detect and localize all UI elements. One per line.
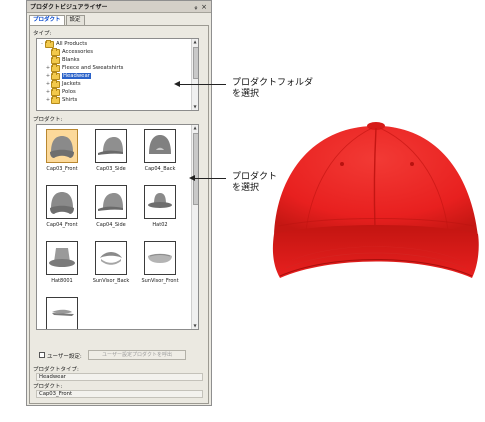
red-cap-preview-image	[272, 122, 479, 278]
tree-item[interactable]: - All Products	[39, 39, 88, 48]
tab-settings[interactable]: 設定	[65, 15, 85, 25]
bucket-icon	[49, 248, 75, 267]
scroll-down-icon[interactable]: ▼	[192, 104, 198, 110]
callout-select-folder: プロダクトフォルダ を選択	[232, 78, 313, 100]
grid-scroll-thumb[interactable]	[193, 133, 198, 205]
folder-icon	[51, 55, 60, 64]
product-thumbnail-caption: Hat02	[152, 222, 168, 228]
product-thumbnail-grid[interactable]: Cap03_Front Cap03_Side Cap04_Back Cap04_Fro…	[36, 124, 199, 330]
product-thumbnail-image[interactable]	[144, 129, 176, 163]
product-thumbnail-image[interactable]	[46, 185, 78, 219]
product-thumbnail[interactable]: Cap04_Side	[88, 185, 132, 237]
cap-side-icon	[98, 137, 123, 155]
visor-back-icon	[100, 252, 122, 265]
tree-item[interactable]: + Shirts	[45, 95, 78, 104]
load-custom-product-button[interactable]: ユーザー設定プロダクトを呼出	[88, 350, 186, 360]
product-thumbnail[interactable]: Cap03_Front	[39, 129, 83, 181]
product-tab-body: タイプ: - All Products Accessories Blanks + Flee…	[29, 25, 209, 404]
cap-side-icon	[98, 193, 123, 211]
folder-icon	[45, 39, 54, 48]
tree-item-label: Shirts	[62, 97, 78, 103]
folder-icon	[51, 95, 60, 104]
product-thumbnail[interactable]: Cap04_Front	[39, 185, 83, 237]
cap-back-icon	[149, 135, 171, 154]
tree-item[interactable]: + Jackets	[45, 79, 81, 88]
tree-item[interactable]: + Polos	[45, 87, 76, 96]
tree-item-label: Polos	[62, 89, 76, 95]
product-thumbnail-image[interactable]	[95, 241, 127, 275]
cap-front-icon	[50, 192, 74, 214]
product-thumbnail[interactable]: Hat02	[137, 185, 181, 237]
product-thumbnail[interactable]: SunVisor_Back	[88, 241, 132, 293]
close-icon[interactable]: ×	[200, 3, 208, 11]
product-type-label: プロダクトタイプ:	[33, 367, 79, 373]
cap-front-icon	[50, 136, 74, 158]
folder-icon	[51, 79, 60, 88]
product-thumbnail-caption: Hat8001	[51, 278, 73, 284]
panel-title: プロダクトビジュアライザー	[30, 4, 108, 11]
scroll-up-icon[interactable]: ▲	[192, 125, 198, 131]
callout-leader-line	[180, 84, 226, 85]
product-thumbnail-caption: Cap03_Side	[96, 166, 126, 172]
type-label: タイプ:	[33, 31, 52, 37]
tree-scrollbar[interactable]: ▲ ▼	[191, 39, 198, 110]
callout-product-line1: プロダクト	[232, 172, 278, 182]
custom-product-label: ユーザー設定:	[47, 354, 82, 360]
tree-item-label: Blanks	[62, 57, 80, 63]
product-thumbnail-image[interactable]	[144, 185, 176, 219]
grid-scrollbar[interactable]: ▲ ▼	[191, 125, 198, 329]
selected-product-label: プロダクト:	[33, 384, 63, 390]
product-thumbnail[interactable]: SunVisor_Front	[137, 241, 181, 293]
product-thumbnail-caption: Cap04_Front	[46, 222, 78, 228]
tree-item[interactable]: Blanks	[45, 55, 80, 64]
hat-icon	[148, 193, 172, 208]
panel-tabs: プロダクト 設定	[29, 15, 86, 25]
tree-item-label: Jackets	[62, 81, 81, 87]
product-thumbnail-image[interactable]	[46, 129, 78, 163]
tree-item-label: Headwear	[62, 73, 91, 79]
callout-leader-line	[195, 178, 226, 179]
callout-product-line2: を選択	[232, 183, 260, 193]
product-thumbnail-image[interactable]	[95, 185, 127, 219]
product-thumbnail-caption: Cap03_Front	[46, 166, 78, 172]
type-tree[interactable]: - All Products Accessories Blanks + Fleece an…	[36, 38, 199, 111]
tree-item-label: Fleece and Sweatshirts	[62, 65, 124, 71]
folder-icon	[51, 63, 60, 72]
tree-item-label: Accessories	[62, 49, 94, 55]
selected-product-field: Cap03_Front	[36, 390, 203, 398]
scroll-down-icon[interactable]: ▼	[192, 323, 198, 329]
tab-product[interactable]: プロダクト	[29, 15, 65, 25]
product-visualizer-panel: プロダクトビジュアライザー ᵩ × プロダクト 設定 タイプ: - All Pro…	[26, 0, 212, 406]
product-thumbnail-image[interactable]	[46, 241, 78, 275]
callout-select-product: プロダクト を選択	[232, 172, 277, 194]
product-thumbnail[interactable]: Hat8001	[39, 241, 83, 293]
tree-scroll-thumb[interactable]	[193, 47, 198, 79]
product-thumbnail-caption: Cap04_Back	[144, 166, 176, 172]
product-thumbnail-image[interactable]	[144, 241, 176, 275]
product-thumbnail-caption: SunVisor_Back	[92, 278, 130, 284]
product-type-field: Headwear	[36, 373, 203, 381]
folder-icon	[51, 87, 60, 96]
product-label: プロダクト:	[33, 117, 63, 123]
product-thumbnail-image[interactable]	[46, 297, 78, 329]
product-thumbnail-caption: Cap04_Side	[96, 222, 126, 228]
product-thumbnail[interactable]	[39, 297, 83, 329]
visor-front-icon	[148, 253, 172, 263]
pin-icon[interactable]: ᵩ	[192, 3, 200, 11]
folder-icon	[51, 47, 60, 56]
scroll-up-icon[interactable]: ▲	[192, 39, 198, 45]
folder-icon	[51, 71, 60, 80]
panel-titlebar[interactable]: プロダクトビジュアライザー ᵩ ×	[27, 1, 211, 13]
callout-folder-line1: プロダクトフォルダ	[232, 78, 314, 88]
product-thumbnail-image[interactable]	[95, 129, 127, 163]
visor-side-icon	[52, 309, 74, 316]
product-thumbnail[interactable]: Cap03_Side	[88, 129, 132, 181]
custom-product-checkbox[interactable]	[39, 352, 45, 358]
tree-item-label: All Products	[56, 41, 88, 47]
product-thumbnail-caption: SunVisor_Front	[141, 278, 179, 284]
product-thumbnail[interactable]: Cap04_Back	[137, 129, 181, 181]
